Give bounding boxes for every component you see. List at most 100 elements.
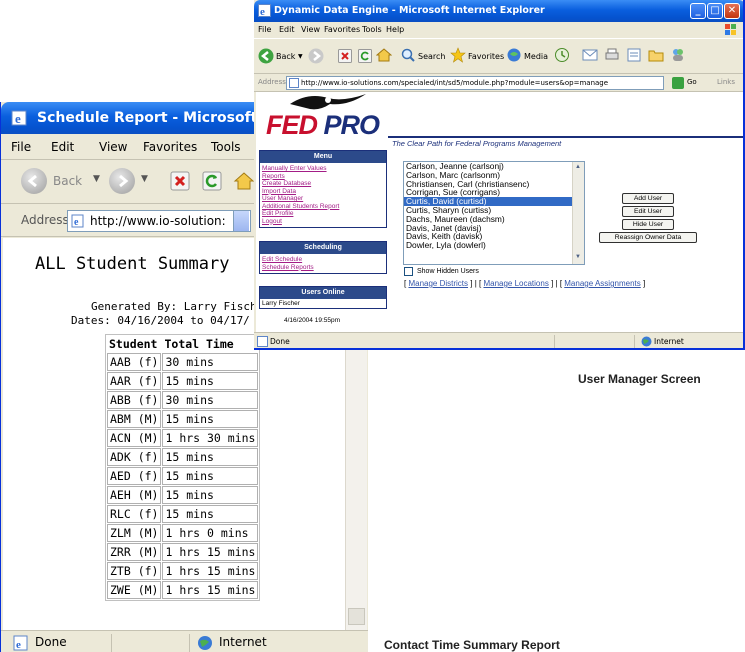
menu-edit[interactable]: Edit xyxy=(279,22,295,38)
menu-link-import-data[interactable]: Import Data xyxy=(260,188,386,196)
table-row: ZWE (M) 1 hrs 15 mins xyxy=(107,581,259,599)
links-label[interactable]: Links xyxy=(717,78,735,86)
stop-icon[interactable] xyxy=(338,49,352,63)
table-row: ZTB (f) 1 hrs 15 mins xyxy=(107,562,259,580)
status-bar: Done Internet xyxy=(254,332,743,348)
total-time-cell: 15 mins xyxy=(162,467,259,485)
menu-favorites[interactable]: Favorites xyxy=(324,22,360,38)
favorites-star-icon[interactable] xyxy=(450,47,466,63)
edit-icon[interactable] xyxy=(626,47,642,63)
forward-arrow-icon[interactable] xyxy=(308,48,324,64)
menu-link-reports[interactable]: Reports xyxy=(260,173,386,181)
back-arrow-icon[interactable] xyxy=(258,48,274,64)
svg-text:e: e xyxy=(15,111,21,126)
total-time-cell: 1 hrs 15 mins xyxy=(162,562,259,580)
menu-tools[interactable]: Tools xyxy=(211,134,241,160)
go-icon[interactable] xyxy=(672,77,684,89)
back-label[interactable]: Back xyxy=(276,52,295,61)
scroll-down-button[interactable] xyxy=(348,608,365,625)
mail-icon[interactable] xyxy=(582,47,598,63)
forward-dropdown-icon[interactable]: ▼ xyxy=(141,174,148,184)
messenger-icon[interactable] xyxy=(670,47,686,63)
address-label: Address xyxy=(258,78,286,86)
address-input[interactable]: e http://www.io-solution: xyxy=(67,210,251,232)
media-label[interactable]: Media xyxy=(524,52,548,61)
users-online-header: Users Online xyxy=(260,287,386,299)
menu-help[interactable]: Help xyxy=(386,22,404,38)
menu-link-create-database[interactable]: Create Database xyxy=(260,180,386,188)
refresh-icon[interactable] xyxy=(358,49,372,63)
media-icon[interactable] xyxy=(506,47,522,63)
total-time-cell: 1 hrs 15 mins xyxy=(162,543,259,561)
manage-locations-link[interactable]: Manage Locations xyxy=(483,279,548,288)
back-dropdown-icon[interactable]: ▼ xyxy=(93,174,100,184)
address-input[interactable]: http://www.io-solutions.com/specialed/in… xyxy=(286,76,664,90)
maximize-button[interactable]: □ xyxy=(707,3,723,19)
search-icon[interactable] xyxy=(400,47,416,63)
menu-file[interactable]: File xyxy=(11,134,31,160)
minimize-button[interactable]: _ xyxy=(690,3,706,19)
status-text: Done xyxy=(270,337,290,346)
page-done-icon: e xyxy=(13,635,28,651)
menu-link-user-manager[interactable]: User Manager xyxy=(260,195,386,203)
menu-view[interactable]: View xyxy=(301,22,320,38)
title-bar[interactable]: e Dynamic Data Engine - Microsoft Intern… xyxy=(254,0,743,22)
manage-assignments-link[interactable]: Manage Assignments xyxy=(564,279,641,288)
menu-view[interactable]: View xyxy=(99,134,127,160)
menu-link-edit-schedule[interactable]: Edit Schedule xyxy=(260,256,386,264)
student-cell: RLC (f) xyxy=(107,505,162,523)
refresh-icon[interactable] xyxy=(201,170,223,192)
ie-icon: e xyxy=(258,4,271,17)
status-divider xyxy=(111,634,112,652)
menu-link-logout[interactable]: Logout xyxy=(260,218,386,226)
menu-link-additional-students-report[interactable]: Additional Students Report xyxy=(260,203,386,211)
total-time-cell: 1 hrs 0 mins xyxy=(162,524,259,542)
folder-icon[interactable] xyxy=(648,47,664,63)
show-hidden-checkbox[interactable] xyxy=(404,267,413,276)
menu-link-schedule-reports[interactable]: Schedule Reports xyxy=(260,264,386,272)
total-time-cell: 15 mins xyxy=(162,448,259,466)
scroll-down-icon[interactable]: ▼ xyxy=(575,254,581,260)
back-dropdown-icon[interactable]: ▼ xyxy=(298,53,303,60)
menu-panel-items: Manually Enter Values Reports Create Dat… xyxy=(260,163,386,227)
add-user-button[interactable]: Add User xyxy=(622,193,674,204)
hide-user-button[interactable]: Hide User xyxy=(622,219,674,230)
menu-tools[interactable]: Tools xyxy=(362,22,382,38)
close-button[interactable]: ✕ xyxy=(724,3,740,19)
user-listbox[interactable]: Carlson, Jeanne (carlsonj) Carlson, Marc … xyxy=(403,161,585,265)
listbox-scrollbar[interactable]: ▲ ▼ xyxy=(572,162,584,264)
print-icon[interactable] xyxy=(604,47,620,63)
user-manager-window: e Dynamic Data Engine - Microsoft Intern… xyxy=(254,0,745,350)
menu-link-edit-profile[interactable]: Edit Profile xyxy=(260,210,386,218)
tagline: The Clear Path for Federal Programs Mana… xyxy=(388,136,743,150)
menu-link-manually-enter-values[interactable]: Manually Enter Values xyxy=(260,165,386,173)
home-icon[interactable] xyxy=(233,170,255,192)
fedpro-logo: FED PRO xyxy=(266,110,380,141)
stop-icon[interactable] xyxy=(169,170,191,192)
menu-favorites[interactable]: Favorites xyxy=(143,134,197,160)
summary-table: Student Total Time AAB (f) 30 mins AAR (f)… xyxy=(105,334,261,601)
back-label[interactable]: Back xyxy=(53,174,82,188)
user-option[interactable]: Dowler, Lyla (dowlerl) xyxy=(404,241,584,250)
window-title: Schedule Report - Microsoft Int xyxy=(37,110,285,126)
go-label[interactable]: Go xyxy=(687,78,697,86)
column-header-total-time: Total Time xyxy=(164,337,234,351)
search-label[interactable]: Search xyxy=(418,52,445,61)
forward-button[interactable] xyxy=(109,168,135,194)
history-icon[interactable] xyxy=(554,47,570,63)
student-cell: AAB (f) xyxy=(107,353,162,371)
timestamp: 4/16/2004 19:55pm xyxy=(284,317,341,324)
address-dropdown-icon[interactable] xyxy=(233,211,249,231)
back-button[interactable] xyxy=(21,168,47,194)
student-cell: AEH (M) xyxy=(107,486,162,504)
favorites-label[interactable]: Favorites xyxy=(468,52,504,61)
scroll-up-icon[interactable]: ▲ xyxy=(575,164,581,170)
menu-edit[interactable]: Edit xyxy=(51,134,74,160)
table-row: ZLM (M) 1 hrs 0 mins xyxy=(107,524,259,542)
home-icon[interactable] xyxy=(376,47,392,63)
reassign-owner-data-button[interactable]: Reassign Owner Data xyxy=(599,232,697,243)
table-row: ZRR (M) 1 hrs 15 mins xyxy=(107,543,259,561)
manage-districts-link[interactable]: Manage Districts xyxy=(408,279,468,288)
menu-file[interactable]: File xyxy=(258,22,271,38)
edit-user-button[interactable]: Edit User xyxy=(622,206,674,217)
